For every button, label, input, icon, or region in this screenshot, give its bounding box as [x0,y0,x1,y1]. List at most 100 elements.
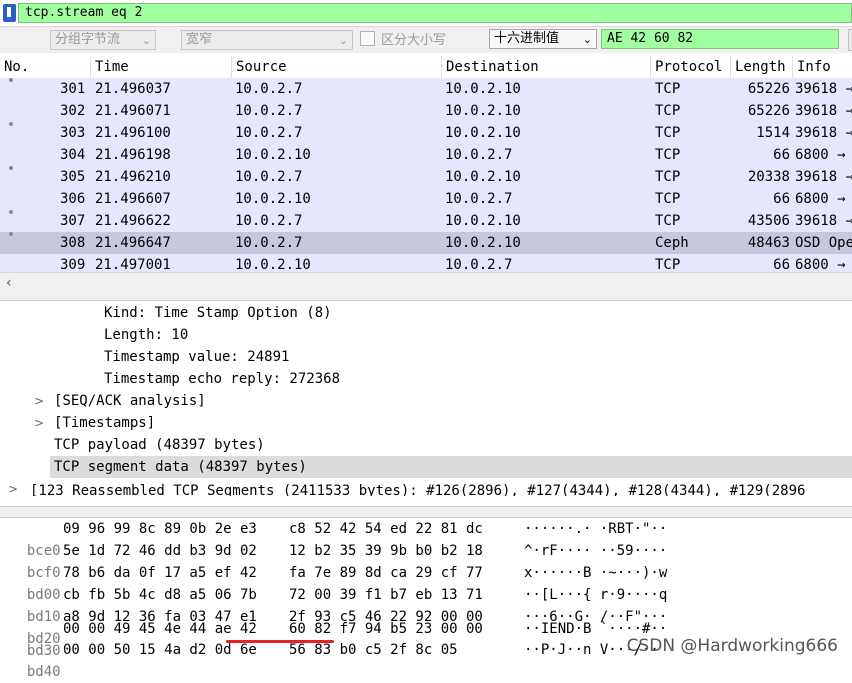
column-no[interactable]: No. [0,56,91,78]
packet-destination: 10.0.2.10 [445,81,521,97]
packet-source: 10.0.2.7 [235,235,303,251]
packet-row[interactable]: 309 21.497001 10.0.2.10 10.0.2.7 TCP 66 … [0,254,852,272]
chevron-left-icon[interactable]: ‹ [6,275,12,291]
packet-row[interactable]: 305 21.496210 10.0.2.7 10.0.2.10 TCP 203… [0,166,852,188]
case-sensitive-checkbox[interactable] [360,31,375,46]
search-type-select[interactable]: 十六进制值 ⌄ [489,29,597,49]
packet-no: 309 [60,257,86,272]
bookmark-icon[interactable] [3,4,16,22]
byte-hex-right[interactable]: c8 52 42 54 ed 22 81 dc [289,518,483,540]
packet-row[interactable]: 306 21.496607 10.0.2.10 10.0.2.7 TCP 66 … [0,188,852,210]
char-width-select[interactable]: 宽窄 ⌄ [181,30,353,50]
byte-hex-left[interactable]: 5e 1d 72 46 dd b3 9d 02 [63,540,257,562]
byte-ascii[interactable]: ······.· ·RBT·"·· [524,518,667,540]
byte-ascii[interactable]: ^·rF···· ··59···· [524,540,667,562]
packet-destination: 10.0.2.10 [445,169,521,185]
chevron-down-icon: ⌄ [141,34,151,47]
related-packet-icon [9,122,13,126]
packet-source: 10.0.2.10 [235,257,311,272]
detail-reassembled[interactable]: [123 Reassembled TCP Segments (2411533 b… [30,480,805,496]
detail-ts-value[interactable]: Timestamp value: 24891 [104,346,289,368]
packet-destination: 10.0.2.7 [445,257,513,272]
packet-list-hscrollbar[interactable]: ‹ [0,272,852,293]
packet-time: 21.496037 [95,81,171,97]
search-in-select[interactable]: 分组字节流 ⌄ [50,30,156,50]
packet-info: 39618 → [795,81,852,97]
packet-destination: 10.0.2.10 [445,213,521,229]
byte-hex-left[interactable]: 78 b6 da 0f 17 a5 ef 42 [63,562,257,584]
byte-hex-right[interactable]: 72 00 39 f1 b7 eb 13 71 [289,584,483,606]
byte-hex-left[interactable]: 09 96 99 8c 89 0b 2e e3 [63,518,257,540]
byte-ascii[interactable]: x······B ·~···)·w [524,562,667,584]
watermark: CSDN @Hardworking666 [626,636,838,656]
search-value-input[interactable]: AE 42 60 82 [601,29,839,49]
chevron-right-icon[interactable]: > [34,394,44,408]
byte-hex-left[interactable]: 00 00 49 45 4e 44 ae 42 [63,618,257,640]
byte-hex-left[interactable]: cb fb 5b 4c d8 a5 06 7b [63,584,257,606]
packet-destination: 10.0.2.7 [445,191,513,207]
chevron-right-icon[interactable]: > [34,416,44,430]
search-type-label: 十六进制值 [494,31,560,46]
packet-protocol: TCP [655,213,681,229]
packet-info: 6800 → [795,191,846,207]
chevron-down-icon: ⌄ [582,33,592,46]
detail-kind[interactable]: Kind: Time Stamp Option (8) [104,302,332,324]
annotation-underline [226,640,334,643]
column-length[interactable]: Length [731,56,793,78]
chevron-right-icon[interactable]: > [8,482,18,496]
related-packet-icon [9,232,13,236]
packet-no: 303 [60,125,86,141]
column-destination[interactable]: Destination [442,56,651,78]
packet-destination: 10.0.2.10 [445,103,521,119]
packet-info: 6800 → [795,257,846,272]
packet-no: 306 [60,191,86,207]
related-packet-icon [9,166,13,170]
chevron-down-icon: ⌄ [338,34,348,47]
detail-length[interactable]: Length: 10 [104,324,188,346]
packet-source: 10.0.2.7 [235,169,303,185]
packet-info: OSD Ope [795,235,852,251]
detail-timestamps[interactable]: [Timestamps] [54,412,155,434]
packet-row-selected[interactable]: 308 21.496647 10.0.2.7 10.0.2.10 Ceph 48… [0,232,852,254]
column-time[interactable]: Time [91,56,232,78]
byte-hex-right[interactable]: 12 b2 35 39 9b b0 b2 18 [289,540,483,562]
column-info[interactable]: Info [793,56,852,78]
packet-source: 10.0.2.7 [235,125,303,141]
pane-splitter[interactable] [0,292,852,301]
case-sensitive-label: 区分大小写 [381,33,447,48]
packet-destination: 10.0.2.10 [445,125,521,141]
detail-ts-echo[interactable]: Timestamp echo reply: 272368 [104,368,340,390]
packet-protocol: TCP [655,103,681,119]
packet-row[interactable]: 304 21.496198 10.0.2.10 10.0.2.7 TCP 66 … [0,144,852,166]
packet-row[interactable]: 301 21.496037 10.0.2.7 10.0.2.10 TCP 652… [0,78,852,100]
column-protocol[interactable]: Protocol [651,56,731,78]
packet-info: 39618 → [795,213,852,229]
packet-length: 65226 [747,103,790,119]
detail-seq-ack[interactable]: [SEQ/ACK analysis] [54,390,206,412]
byte-hex-right[interactable]: 60 82 f7 94 b5 23 00 00 [289,618,483,640]
column-source[interactable]: Source [232,56,442,78]
bytes-row: bd10 [10,584,61,625]
byte-ascii[interactable]: ··[L···{ r·9····q [524,584,667,606]
detail-segment-data[interactable]: TCP segment data (48397 bytes) [54,456,307,478]
pane-splitter[interactable] [0,506,852,518]
packet-row[interactable]: 303 21.496100 10.0.2.7 10.0.2.10 TCP 151… [0,122,852,144]
detail-payload[interactable]: TCP payload (48397 bytes) [54,434,265,456]
bytes-row: bd40 [10,639,61,680]
byte-hex-right[interactable]: fa 7e 89 8d ca 29 cf 77 [289,562,483,584]
find-button[interactable] [848,29,852,51]
packet-list-header: No. Time Source Destination Protocol Len… [0,56,852,79]
bytes-row: bcf0 [10,540,61,581]
bytes-row: bd00 [10,562,61,603]
packet-row[interactable]: 307 21.496622 10.0.2.7 10.0.2.10 TCP 435… [0,210,852,232]
bytes-row: bd30 [10,618,61,659]
display-filter-input[interactable]: tcp.stream eq 2 [18,3,852,23]
packet-protocol: TCP [655,125,681,141]
packet-no: 301 [60,81,86,97]
byte-offset: bd40 [26,664,61,680]
packet-row[interactable]: 302 21.496071 10.0.2.7 10.0.2.10 TCP 652… [0,100,852,122]
packet-length: 66 [773,147,790,163]
packet-length: 65226 [747,81,790,97]
packet-no: 305 [60,169,86,185]
char-width-label: 宽窄 [186,32,213,47]
